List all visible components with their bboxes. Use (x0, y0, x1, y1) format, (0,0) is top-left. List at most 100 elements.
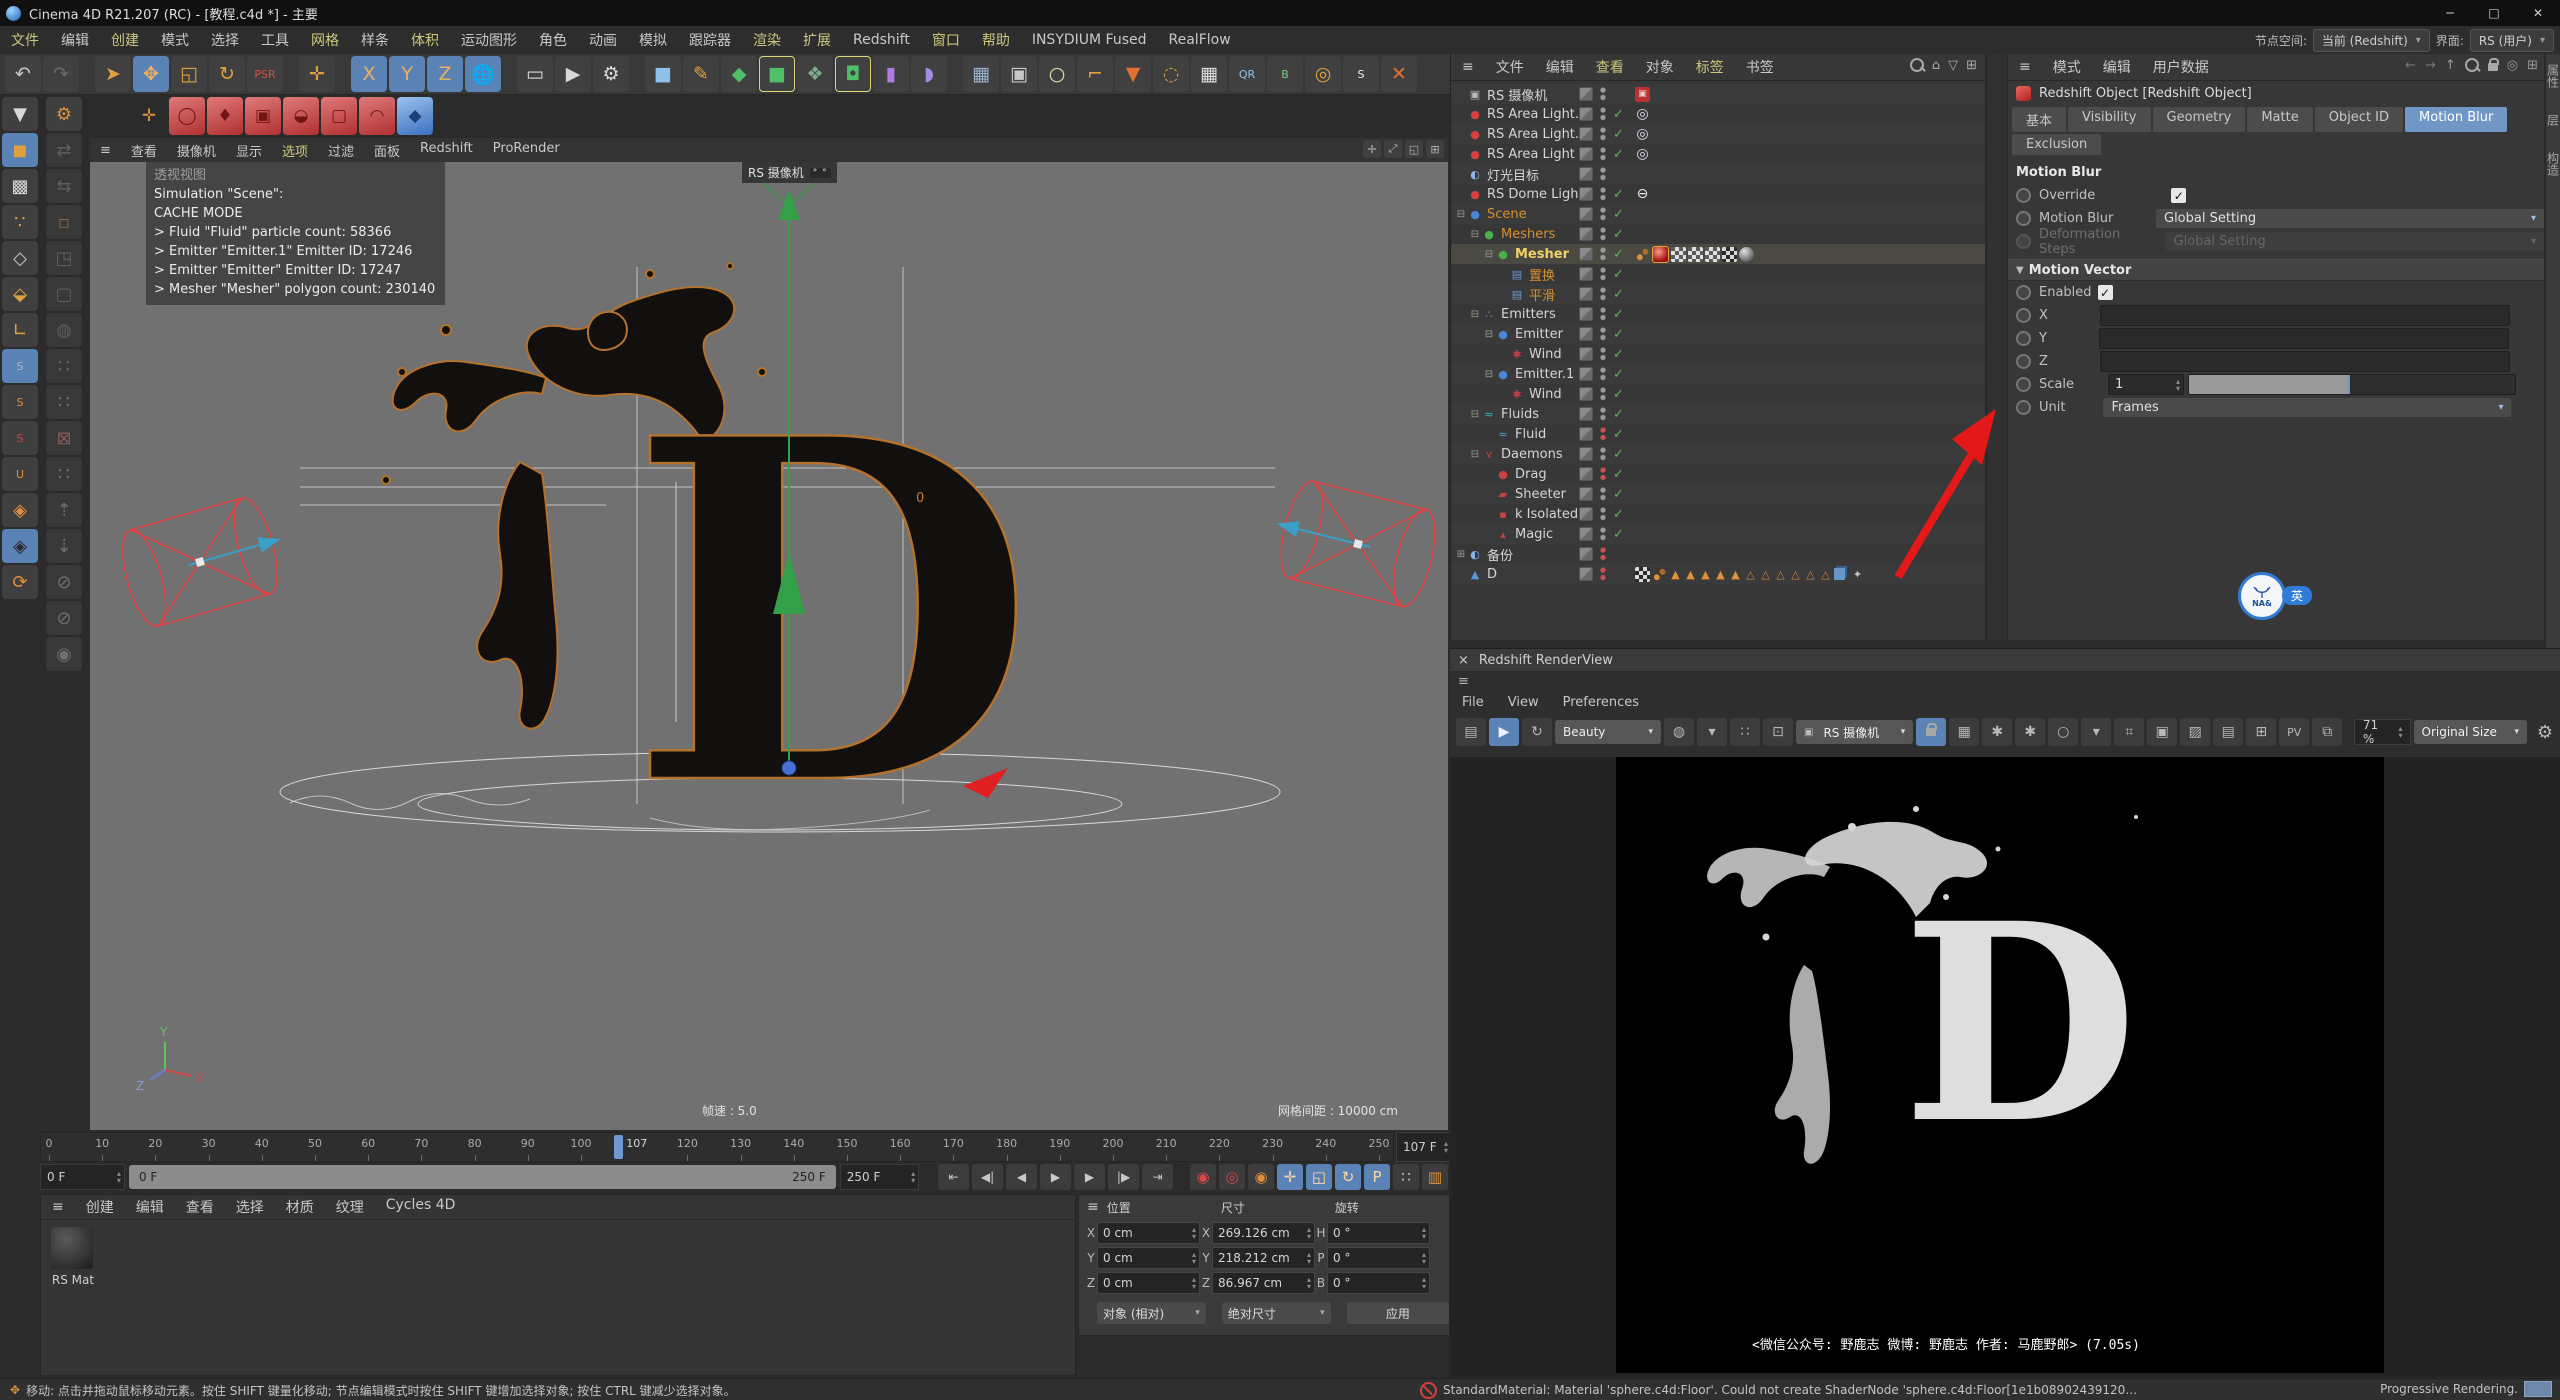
compare-icon[interactable]: ▨ (2180, 718, 2210, 746)
sphere-ghost-icon[interactable]: ◍ (46, 313, 82, 347)
object-name[interactable]: RS Area Light.2 (1487, 107, 1587, 122)
menu-item-12[interactable]: 模拟 (628, 30, 678, 50)
dometag-tag-icon[interactable]: ⊖ (1635, 187, 1650, 202)
object-name[interactable]: k Isolated (1515, 507, 1578, 522)
emitter-left-wireframe[interactable] (114, 491, 294, 631)
object-name[interactable]: Wind (1529, 387, 1562, 402)
menu-item-19[interactable]: INSYDIUM Fused (1021, 32, 1158, 48)
letter-d-object[interactable]: D (628, 337, 1036, 889)
menu-item-3[interactable]: 选项 (272, 141, 318, 160)
object-name[interactable]: RS Dome Light (1487, 187, 1584, 202)
pane-maximize-icon[interactable]: ⤢ (1384, 140, 1402, 158)
dots-show-icon[interactable]: ◉ (46, 637, 82, 671)
checkerD-tag-icon[interactable] (1722, 247, 1737, 262)
tree-row-灯光目标[interactable]: ◐灯光目标 (1451, 164, 1985, 184)
menu-item-6[interactable]: Cycles 4D (375, 1197, 467, 1217)
tri-tag-icon[interactable]: ▲ (1669, 567, 1682, 582)
tab-layers[interactable]: 层 (2545, 114, 2560, 126)
enabled-check-icon[interactable]: ✓ (1613, 467, 1624, 482)
model-mode-icon[interactable]: ◼ (2, 133, 38, 167)
object-name[interactable]: Sheeter (1515, 487, 1566, 502)
rv-close-icon[interactable]: × (1458, 653, 1469, 668)
object-name[interactable]: Magic (1515, 527, 1553, 542)
am-burger-icon[interactable]: ≡ (2008, 59, 2042, 75)
object-name[interactable]: Emitter.1 (1515, 367, 1574, 382)
menu-item-17[interactable]: 窗口 (921, 30, 971, 50)
visibility-dots[interactable] (1600, 347, 1606, 361)
tri-tag-icon[interactable]: △ (1819, 567, 1832, 582)
workplane-rotate-icon[interactable]: ⟳ (2, 565, 38, 599)
dots-hide2-icon[interactable]: ⊘ (46, 601, 82, 635)
tree-row-Emitter.1[interactable]: ⊟●Emitter.1✓ (1451, 364, 1985, 384)
enabled-check-icon[interactable]: ✓ (1613, 387, 1624, 402)
enabled-check-icon[interactable]: ✓ (1613, 267, 1624, 282)
am-search-icon[interactable] (2465, 58, 2479, 72)
menu-item-20[interactable]: RealFlow (1158, 32, 1242, 48)
play-icon[interactable]: ▶ (1040, 1164, 1071, 1190)
dots-grid-icon[interactable]: ∷ (46, 457, 82, 491)
object-name[interactable]: Meshers (1501, 227, 1555, 242)
position-field[interactable]: 0 cm▴▾ (1097, 1272, 1200, 1294)
start-ipr-icon[interactable]: ▶ (1489, 718, 1519, 746)
exchange-icon[interactable]: ⇄ (46, 133, 82, 167)
tree-row-Wind[interactable]: ✱Wind✓ (1451, 344, 1985, 364)
tab-Exclusion[interactable]: Exclusion (2012, 134, 2101, 155)
make-editable-icon[interactable]: ▼ (2, 97, 38, 131)
dots-hide-icon[interactable]: ⊘ (46, 565, 82, 599)
menu-item-3[interactable]: 选择 (225, 1197, 275, 1217)
key-scale-icon[interactable]: ◱ (1306, 1164, 1332, 1190)
enabled-check-icon[interactable]: ✓ (1613, 247, 1624, 262)
workplane-lock-icon[interactable]: ◈ (2, 529, 38, 563)
maximize-button[interactable]: □ (2472, 0, 2516, 26)
cube-primitive-icon[interactable]: ■ (645, 56, 681, 92)
psr-tool-icon[interactable]: PSR (247, 56, 283, 92)
layer-toggle[interactable] (1579, 127, 1593, 141)
cube-ghost-icon[interactable]: ▢ (46, 277, 82, 311)
instance-icon[interactable]: ■ (759, 56, 795, 92)
layer-toggle[interactable] (1579, 447, 1593, 461)
coords-mode-dropdown[interactable]: 对象 (相对)▾ (1097, 1302, 1206, 1324)
tree-row-平滑[interactable]: ▤平滑✓ (1451, 284, 1985, 304)
lock-camera-icon[interactable] (1916, 718, 1946, 746)
visibility-dots[interactable] (1600, 247, 1606, 261)
symmetry-icon[interactable]: ▮ (873, 56, 909, 92)
menu-item-8[interactable]: 体积 (400, 30, 450, 50)
unit-dropdown[interactable]: Frames▾ (2103, 398, 2511, 417)
object-name[interactable]: 置换 (1529, 265, 1555, 284)
anim-knob-icon[interactable] (2016, 211, 2031, 226)
spinner-icon[interactable]: ▴▾ (1422, 1226, 1426, 1240)
spinner-icon[interactable]: ▴▾ (1307, 1276, 1311, 1290)
rv-zoom-field[interactable]: 71 %▴▾ (2354, 719, 2411, 745)
spinner-icon[interactable]: ▴▾ (1307, 1251, 1311, 1265)
rs-cube-icon[interactable]: ▢ (321, 97, 357, 135)
object-name[interactable]: 备份 (1487, 545, 1513, 564)
key-pla-icon[interactable]: ∷ (1393, 1164, 1419, 1190)
tri-tag-icon[interactable]: △ (1744, 567, 1757, 582)
menu-item-10[interactable]: 角色 (528, 30, 578, 50)
visibility-dots[interactable] (1600, 507, 1606, 521)
am-forward-icon[interactable]: → (2425, 58, 2436, 73)
menu-item-7[interactable]: 样条 (350, 30, 400, 50)
anim-knob-icon[interactable] (2016, 188, 2031, 203)
tree-row-Meshers[interactable]: ⊟●Meshers✓ (1451, 224, 1985, 244)
tree-row-k Isolated[interactable]: ▪k Isolated✓ (1451, 504, 1985, 524)
render-settings-icon[interactable]: ⚙ (593, 56, 629, 92)
visibility-dots[interactable] (1600, 127, 1606, 141)
visibility-dots[interactable] (1600, 387, 1606, 401)
texture-mode-icon[interactable]: ▩ (2, 169, 38, 203)
visibility-dots[interactable] (1600, 407, 1606, 421)
camera-label[interactable]: RS 摄像机 ° ° (742, 162, 837, 183)
enabled-check-icon[interactable]: ✓ (1613, 327, 1624, 342)
menu-item-11[interactable]: 动画 (578, 30, 628, 50)
tree-row-Emitters[interactable]: ⊟∴Emitters✓ (1451, 304, 1985, 324)
layer-toggle[interactable] (1579, 167, 1593, 181)
enabled-check-icon[interactable]: ✓ (1613, 107, 1624, 122)
gsphere-tag-icon[interactable] (1739, 247, 1754, 262)
current-frame-field[interactable]: 107 F▴▾ (1396, 1132, 1452, 1162)
am-up-icon[interactable]: ↑ (2445, 58, 2456, 73)
freeze-g-icon[interactable]: ✱ (2015, 718, 2045, 746)
enabled-check-icon[interactable]: ✓ (1613, 367, 1624, 382)
menu-item-5[interactable]: 工具 (250, 30, 300, 50)
prev-frame-icon[interactable]: ◀ (1006, 1164, 1037, 1190)
layer-toggle[interactable] (1579, 107, 1593, 121)
